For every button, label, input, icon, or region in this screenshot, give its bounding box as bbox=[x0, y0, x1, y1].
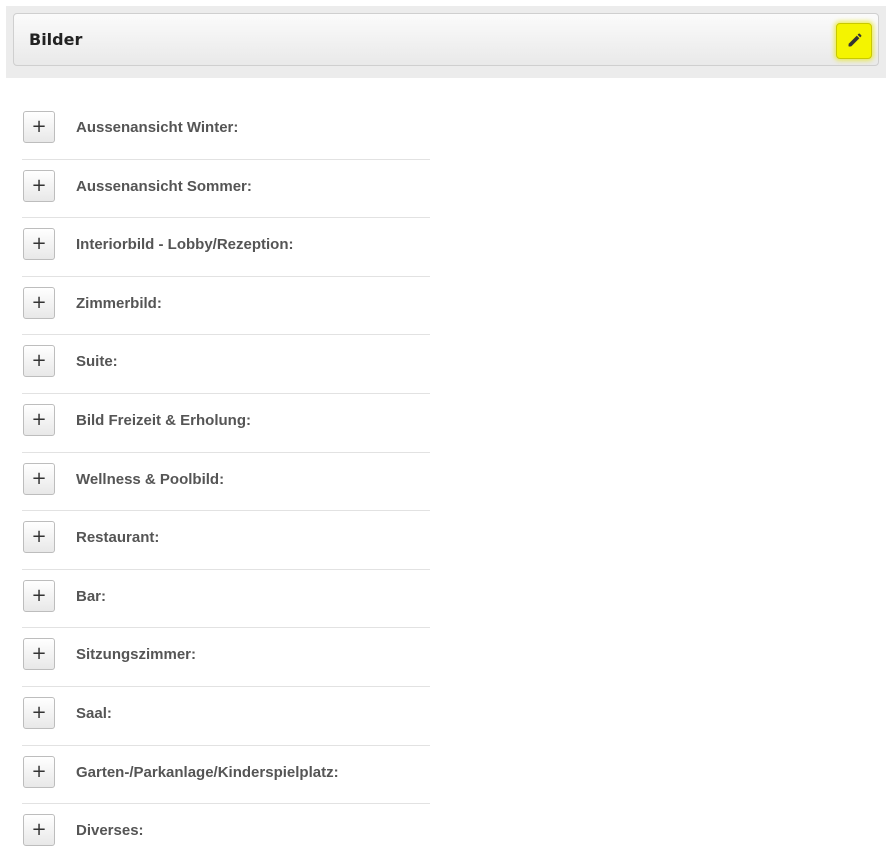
image-category-row: + Aussenansicht Sommer: bbox=[22, 160, 430, 219]
image-category-row: + Zimmerbild: bbox=[22, 277, 430, 336]
image-category-row: + Bar: bbox=[22, 570, 430, 629]
image-category-label: Bar: bbox=[76, 587, 107, 605]
add-image-button[interactable]: + bbox=[23, 169, 55, 202]
add-image-button[interactable]: + bbox=[23, 345, 55, 378]
image-category-label: Wellness & Poolbild: bbox=[76, 470, 225, 488]
image-category-row: + Bild Freizeit & Erholung: bbox=[22, 394, 430, 453]
image-category-label: Garten-/Parkanlage/Kinderspielplatz: bbox=[76, 763, 339, 781]
plus-icon: + bbox=[31, 526, 47, 548]
image-category-label: Suite: bbox=[76, 353, 118, 371]
image-category-label: Sitzungszimmer: bbox=[76, 646, 197, 664]
image-category-label: Diverses: bbox=[76, 822, 144, 840]
plus-icon: + bbox=[31, 291, 47, 313]
add-image-button[interactable]: + bbox=[23, 286, 55, 319]
edit-button[interactable] bbox=[836, 23, 872, 59]
add-image-button[interactable]: + bbox=[23, 579, 55, 612]
image-category-label: Bild Freizeit & Erholung: bbox=[76, 411, 251, 429]
plus-icon: + bbox=[31, 116, 47, 137]
plus-icon: + bbox=[31, 643, 47, 665]
add-image-button[interactable]: + bbox=[23, 462, 55, 495]
image-category-label: Saal: bbox=[76, 704, 112, 722]
add-image-button[interactable]: + bbox=[23, 755, 55, 788]
plus-icon: + bbox=[31, 233, 47, 255]
plus-icon: + bbox=[31, 350, 47, 372]
image-category-label: Interiorbild - Lobby/Rezeption: bbox=[76, 236, 294, 254]
plus-icon: + bbox=[31, 467, 47, 489]
add-image-button[interactable]: + bbox=[23, 638, 55, 671]
plus-icon: + bbox=[31, 760, 47, 782]
plus-icon: + bbox=[31, 584, 47, 606]
plus-icon: + bbox=[31, 701, 47, 723]
add-image-button[interactable]: + bbox=[23, 814, 55, 847]
image-category-row: + Sitzungszimmer: bbox=[22, 628, 430, 687]
image-category-row: + Interiorbild - Lobby/Rezeption: bbox=[22, 218, 430, 277]
image-category-row: + Diverses: bbox=[22, 804, 430, 863]
panel-header: Bilder bbox=[13, 13, 879, 66]
image-category-row: + Restaurant: bbox=[22, 511, 430, 570]
image-category-row: + Aussenansicht Winter: bbox=[22, 101, 430, 160]
image-category-row: + Garten-/Parkanlage/Kinderspielplatz: bbox=[22, 746, 430, 805]
panel-title: Bilder bbox=[29, 30, 83, 49]
add-image-button[interactable]: + bbox=[23, 403, 55, 436]
image-category-label: Aussenansicht Winter: bbox=[76, 119, 239, 136]
pencil-icon bbox=[848, 33, 862, 47]
image-category-list: + Aussenansicht Winter: + Aussenansicht Som… bbox=[22, 101, 430, 863]
plus-icon: + bbox=[31, 819, 47, 841]
add-image-button[interactable]: + bbox=[23, 696, 55, 729]
add-image-button[interactable]: + bbox=[23, 111, 55, 143]
image-category-label: Restaurant: bbox=[76, 529, 160, 547]
plus-icon: + bbox=[31, 174, 47, 196]
image-category-row: + Saal: bbox=[22, 687, 430, 746]
image-category-label: Aussenansicht Sommer: bbox=[76, 177, 252, 195]
image-category-row: + Suite: bbox=[22, 335, 430, 394]
image-category-label: Zimmerbild: bbox=[76, 294, 162, 312]
plus-icon: + bbox=[31, 408, 47, 430]
add-image-button[interactable]: + bbox=[23, 228, 55, 261]
add-image-button[interactable]: + bbox=[23, 521, 55, 554]
image-category-row: + Wellness & Poolbild: bbox=[22, 453, 430, 512]
